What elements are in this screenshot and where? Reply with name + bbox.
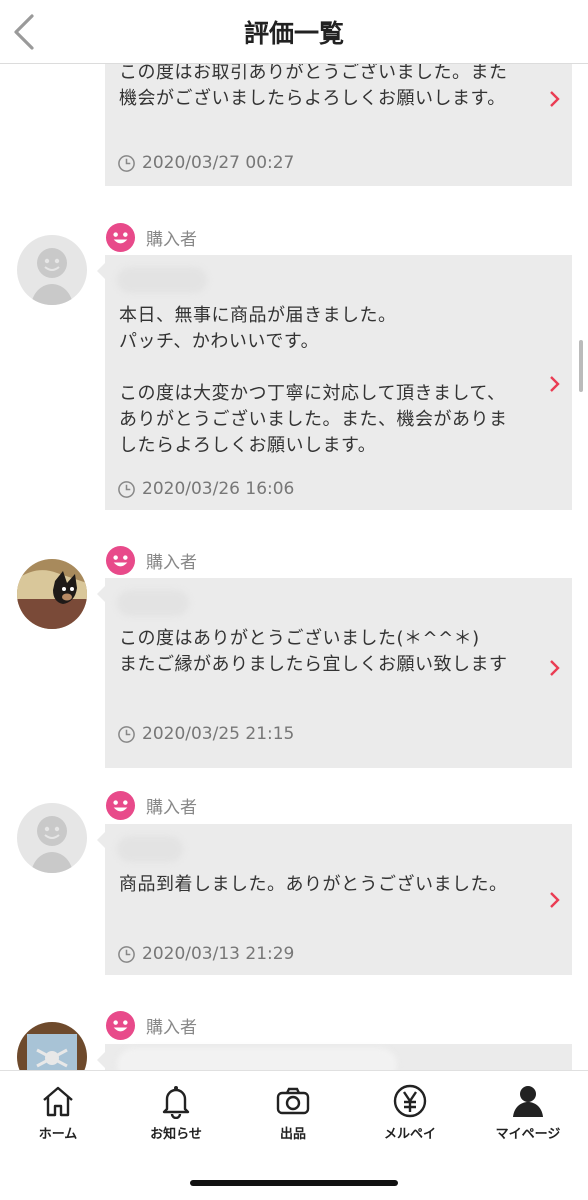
- home-icon: [43, 1086, 73, 1117]
- dog-photo-avatar: [17, 559, 87, 629]
- camera-icon: [276, 1087, 310, 1115]
- tab-label: ホーム: [38, 1127, 78, 1142]
- tab-label: お知らせ: [150, 1127, 202, 1142]
- role-label: 購入者: [146, 797, 197, 818]
- review-message: この度はお取引ありがとうございました。また機会がございましたらよろしくお願いしま…: [119, 62, 508, 109]
- review-card[interactable]: 本日、無事に商品が届きました。 パッチ、かわいいです。 この度は大変かつ丁寧に対…: [105, 255, 572, 510]
- smile-icon: [105, 222, 136, 252]
- bubble-tail: [97, 832, 105, 848]
- bubble-tail: [97, 263, 105, 279]
- review-timestamp: 2020/03/26 16:06: [117, 479, 294, 499]
- yen-icon: [393, 1084, 427, 1118]
- review-time-text: 2020/03/25 21:15: [142, 724, 295, 744]
- smile-icon: [105, 790, 136, 820]
- tab-label: メルペイ: [383, 1127, 436, 1142]
- clock-icon: [118, 945, 135, 963]
- review-feed[interactable]: この度はお取引ありがとうございました。また機会がございましたらよろしくお願いしま…: [0, 0, 588, 1200]
- bell-icon: [162, 1086, 190, 1119]
- default-avatar-icon: [17, 803, 87, 873]
- role-label: 購入者: [146, 1017, 197, 1038]
- tab-mypage[interactable]: マイページ: [478, 1083, 578, 1143]
- page-title: 評価一覧: [243, 19, 344, 48]
- review-time-text: 2020/03/27 00:27: [142, 153, 295, 173]
- reviewer-name-blurred: [117, 590, 189, 616]
- clock-icon: [118, 154, 135, 172]
- bubble-tail: [97, 1052, 105, 1068]
- chevron-right-icon[interactable]: [548, 375, 562, 393]
- chevron-right-icon[interactable]: [548, 90, 562, 108]
- review-time-text: 2020/03/13 21:29: [142, 944, 295, 964]
- smile-icon: [105, 545, 136, 575]
- reviewer-role: 購入者: [105, 1009, 197, 1041]
- role-label: 購入者: [146, 229, 197, 250]
- home-indicator: [190, 1180, 398, 1186]
- review-message: この度はありがとうございました(＊^^＊) またご縁がありましたら宜しくお願い致…: [119, 628, 508, 675]
- review-time-text: 2020/03/26 16:06: [142, 479, 295, 499]
- tab-sell[interactable]: 出品: [243, 1083, 343, 1143]
- review-message: 商品到着しました。ありがとうございました。: [119, 874, 508, 895]
- role-label: 購入者: [146, 552, 197, 573]
- chevron-right-icon[interactable]: [548, 891, 562, 909]
- reviewer-name-blurred: [117, 267, 207, 293]
- scrollbar[interactable]: [579, 340, 583, 392]
- avatar[interactable]: [17, 803, 87, 873]
- review-timestamp: 2020/03/25 21:15: [117, 724, 294, 744]
- tab-label: マイページ: [495, 1127, 561, 1142]
- review-card[interactable]: この度はありがとうございました(＊^^＊) またご縁がありましたら宜しくお願い致…: [105, 578, 572, 768]
- tab-label: 出品: [279, 1127, 306, 1142]
- person-icon: [513, 1086, 543, 1117]
- avatar[interactable]: [17, 559, 87, 629]
- clock-icon: [118, 725, 135, 743]
- smile-icon: [105, 1010, 136, 1040]
- tab-notifications[interactable]: お知らせ: [126, 1083, 226, 1143]
- chevron-right-icon[interactable]: [548, 659, 562, 677]
- tab-home[interactable]: ホーム: [8, 1083, 108, 1143]
- reviewer-role: 購入者: [105, 221, 197, 253]
- nav-header: 評価一覧: [0, 0, 588, 64]
- tab-merpay[interactable]: メルペイ: [360, 1083, 460, 1143]
- reviewer-role: 購入者: [105, 789, 197, 821]
- review-message: 本日、無事に商品が届きました。 パッチ、かわいいです。 この度は大変かつ丁寧に対…: [119, 305, 508, 456]
- review-timestamp: 2020/03/27 00:27: [117, 153, 294, 173]
- default-avatar-icon: [17, 235, 87, 305]
- reviewer-name-blurred: [117, 836, 183, 862]
- review-card[interactable]: 商品到着しました。ありがとうございました。 2020/03/13 21:29: [105, 824, 572, 975]
- avatar[interactable]: [17, 235, 87, 305]
- clock-icon: [118, 480, 135, 498]
- reviewer-role: 購入者: [105, 544, 197, 576]
- review-timestamp: 2020/03/13 21:29: [117, 944, 294, 964]
- bubble-tail: [97, 586, 105, 602]
